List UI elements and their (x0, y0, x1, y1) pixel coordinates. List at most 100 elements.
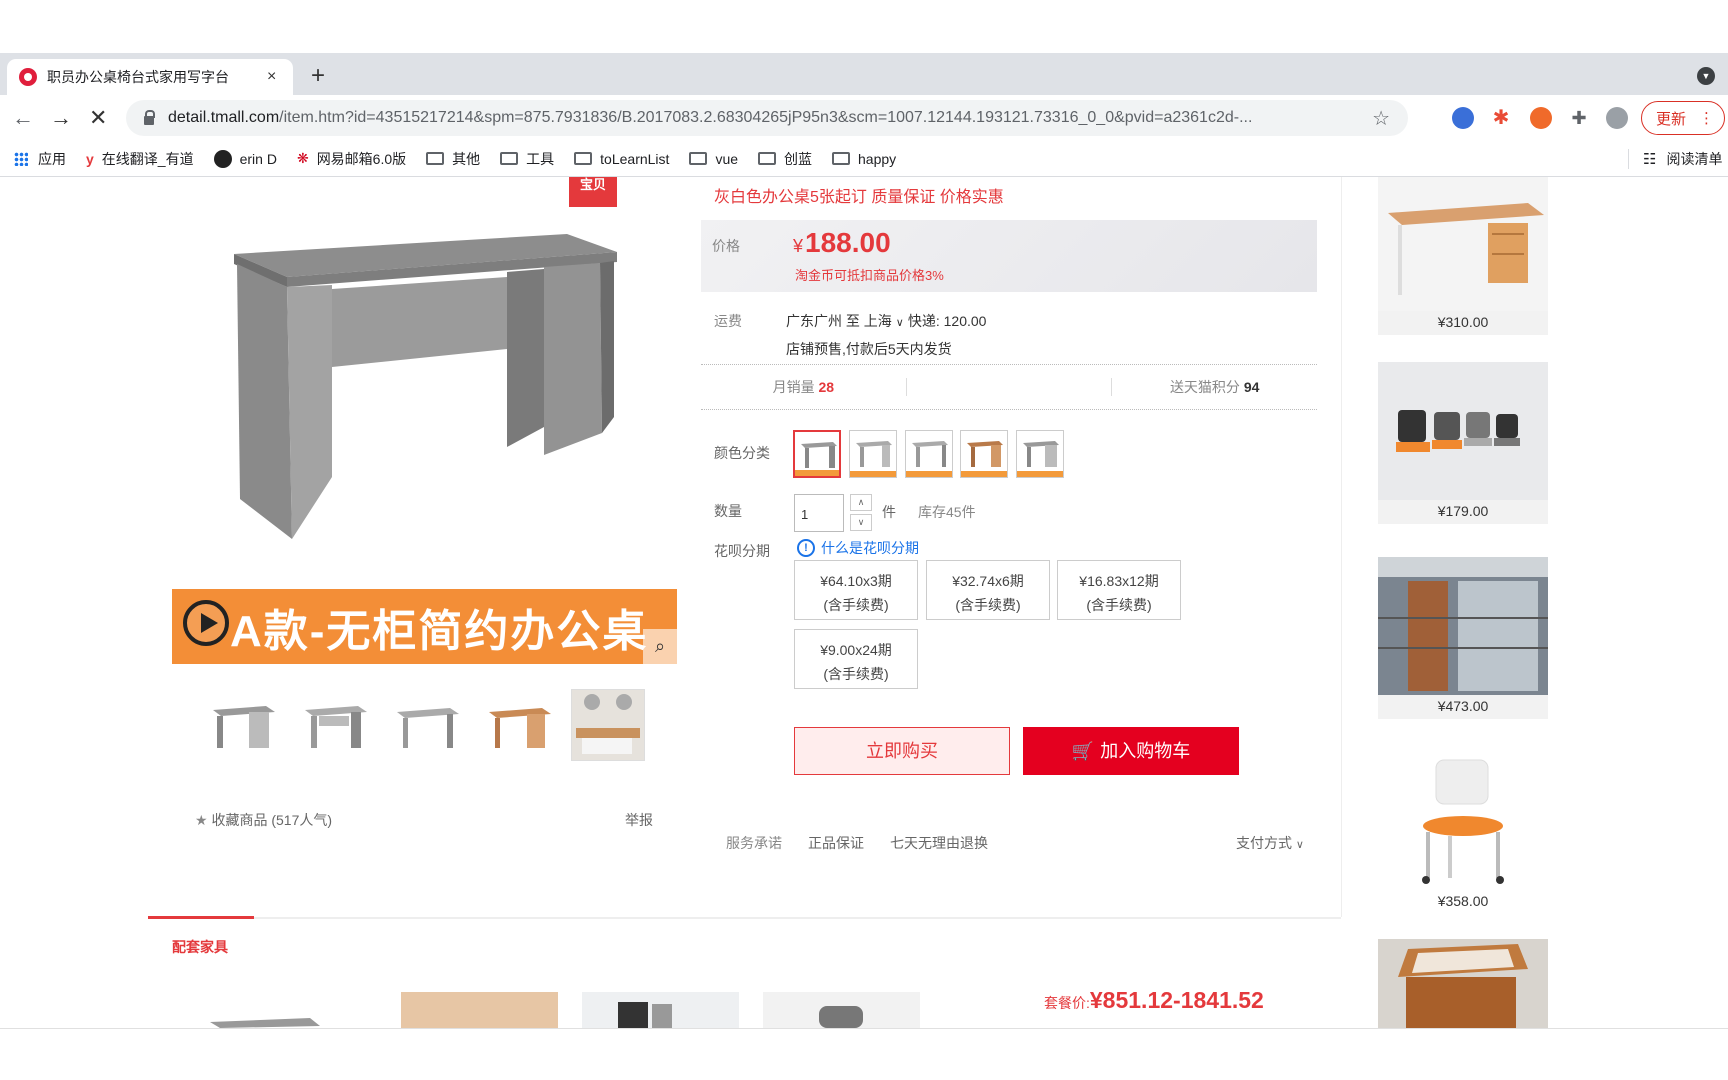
quantity-increase-icon[interactable]: ∧ (850, 494, 872, 511)
thumbnail-5[interactable] (571, 689, 645, 761)
related-product-4[interactable]: ¥358.00 (1378, 752, 1548, 914)
tab-search-icon[interactable]: ▼ (1697, 67, 1715, 85)
thumbnail-4[interactable] (483, 689, 557, 761)
installment-fee: (含手续费) (955, 597, 1021, 613)
extension-shield-icon[interactable] (1452, 107, 1474, 129)
monthly-sales-value: 28 (818, 379, 835, 395)
installment-option-24[interactable]: ¥9.00x24期 (含手续费) (794, 629, 918, 689)
bookmark-folder-tolearnlist[interactable]: toLearnList (574, 151, 669, 167)
back-arrow-icon[interactable]: ← (12, 105, 34, 131)
browser-tab[interactable]: 职员办公桌椅台式家用写字台 × (7, 59, 293, 95)
bundle-price-label: 套餐价: (1044, 995, 1090, 1011)
bundle-item-2[interactable] (401, 992, 558, 1028)
bundle-mesh-chair-icon (819, 1006, 863, 1028)
desk-swatch-icon (801, 442, 837, 468)
bookmark-apps[interactable]: 应用 (14, 149, 66, 169)
payment-methods-dropdown[interactable]: 支付方式 ∨ (1236, 833, 1304, 853)
thumbnail-1[interactable] (207, 689, 281, 761)
bookmark-folder-happy[interactable]: happy (832, 151, 896, 167)
related-product-1[interactable]: ¥310.00 (1378, 177, 1548, 335)
service-item[interactable]: 正品保证 (808, 833, 864, 853)
points-value: 94 (1243, 379, 1260, 395)
quantity-label: 数量 (714, 503, 742, 519)
star-icon: ★ (195, 812, 208, 828)
bundle-item-3[interactable] (582, 992, 739, 1028)
desk-swatch-icon (912, 441, 948, 467)
profile-avatar-icon[interactable] (1606, 107, 1628, 129)
favorite-product-link[interactable]: ★ 收藏商品 (517人气) (195, 810, 332, 830)
related-product-2[interactable]: ¥179.00 (1378, 362, 1548, 524)
tmall-product-page: 宝贝 A款-无柜简约办公桌 ⌕ ★ 收藏商品 (517人气) 举报 灰白色办公桌… (0, 177, 1728, 1028)
stop-loading-icon[interactable]: ✕ (89, 105, 107, 131)
related-product-3[interactable]: ¥473.00 (1378, 557, 1548, 719)
installment-amount: ¥32.74x6期 (952, 573, 1024, 589)
bookmark-netease[interactable]: ❋ 网易邮箱6.0版 (297, 149, 406, 169)
installment-amount: ¥16.83x12期 (1079, 573, 1159, 589)
folder-icon (832, 152, 851, 165)
bookmark-youdao[interactable]: y 在线翻译_有道 (86, 149, 194, 169)
bookmark-folder-other[interactable]: 其他 (426, 149, 480, 169)
lock-icon (144, 109, 155, 125)
swatch-footer (795, 470, 839, 476)
bookmark-star-icon[interactable]: ☆ (1372, 106, 1390, 131)
tmall-favicon-icon (19, 68, 37, 86)
bundle-item-4[interactable] (763, 992, 920, 1028)
related-image (1378, 362, 1548, 500)
new-tab-button[interactable]: + (311, 62, 325, 90)
bookmark-folder-chuanglan[interactable]: 创蓝 (758, 149, 812, 169)
huabei-help-link[interactable]: ! 什么是花呗分期 (797, 538, 919, 558)
add-to-cart-button[interactable]: 🛒 加入购物车 (1023, 727, 1239, 775)
bundle-tab-title[interactable]: 配套家具 (172, 937, 228, 957)
play-video-icon[interactable] (183, 600, 229, 646)
product-badge: 宝贝 (569, 177, 617, 207)
address-bar[interactable]: detail.tmall.com/item.htm?id=43515217214… (126, 100, 1408, 136)
close-tab-icon[interactable]: × (267, 68, 276, 86)
installment-option-12[interactable]: ¥16.83x12期 (含手续费) (1057, 560, 1181, 620)
reading-list-button[interactable]: ☷ 阅读清单 (1628, 149, 1722, 169)
chevron-down-icon[interactable]: ∨ (896, 317, 904, 329)
color-option-4[interactable] (960, 430, 1008, 478)
extension-asterisk-icon[interactable]: ✱ (1490, 107, 1512, 129)
bundle-price-value: ¥851.12-1841.52 (1089, 987, 1264, 1013)
update-button[interactable]: 更新 ⋮ (1641, 101, 1725, 135)
color-option-3[interactable] (905, 430, 953, 478)
cart-icon: 🛒 (1071, 741, 1095, 761)
video-banner[interactable]: A款-无柜简约办公桌 (172, 589, 677, 664)
bundle-item-1[interactable] (200, 992, 330, 1028)
bookmark-label: 其他 (452, 150, 481, 167)
url-text[interactable]: detail.tmall.com/item.htm?id=43515217214… (168, 109, 1364, 127)
quantity-decrease-icon[interactable]: ∨ (850, 514, 872, 531)
add-to-cart-label: 加入购物车 (1100, 741, 1191, 761)
quantity-input[interactable]: 1 (794, 494, 844, 532)
forward-arrow-icon[interactable]: → (50, 105, 72, 131)
buy-now-button[interactable]: 立即购买 (794, 727, 1010, 775)
report-link[interactable]: 举报 (625, 810, 653, 830)
price-label: 价格 (712, 238, 740, 254)
installment-option-3[interactable]: ¥64.10x3期 (含手续费) (794, 560, 918, 620)
bookmark-label: 工具 (526, 150, 555, 167)
monthly-sales: 月销量 28 (701, 377, 906, 397)
shipping-route[interactable]: 广东广州 至 上海 (786, 313, 892, 329)
extension-orange-icon[interactable] (1530, 107, 1552, 129)
service-item[interactable]: 七天无理由退换 (890, 833, 988, 853)
installment-option-6[interactable]: ¥32.74x6期 (含手续费) (926, 560, 1050, 620)
orange-chairs-icon (1378, 362, 1548, 500)
bookmark-folder-tools[interactable]: 工具 (500, 149, 554, 169)
bookmark-folder-vue[interactable]: vue (689, 151, 738, 167)
thumbnail-3[interactable] (391, 689, 465, 761)
huabei-label: 花呗分期 (714, 543, 770, 559)
color-option-5[interactable] (1016, 430, 1064, 478)
thumbnail-2[interactable] (299, 689, 373, 761)
color-option-2[interactable] (849, 430, 897, 478)
tab-title: 职员办公桌椅台式家用写字台 (47, 69, 229, 85)
points-label: 送天猫积分 (1169, 379, 1240, 395)
color-option-1[interactable] (793, 430, 841, 478)
extensions-puzzle-icon[interactable]: ✚ (1568, 107, 1590, 129)
bookmark-erin[interactable]: erin D (213, 149, 277, 168)
apps-grid-icon (14, 151, 28, 166)
installment-amount: ¥9.00x24期 (820, 642, 892, 658)
related-product-5[interactable] (1378, 939, 1548, 1028)
zoom-search-icon[interactable]: ⌕ (643, 629, 677, 664)
bookmark-label: vue (715, 150, 739, 167)
swatch-footer (850, 471, 896, 477)
